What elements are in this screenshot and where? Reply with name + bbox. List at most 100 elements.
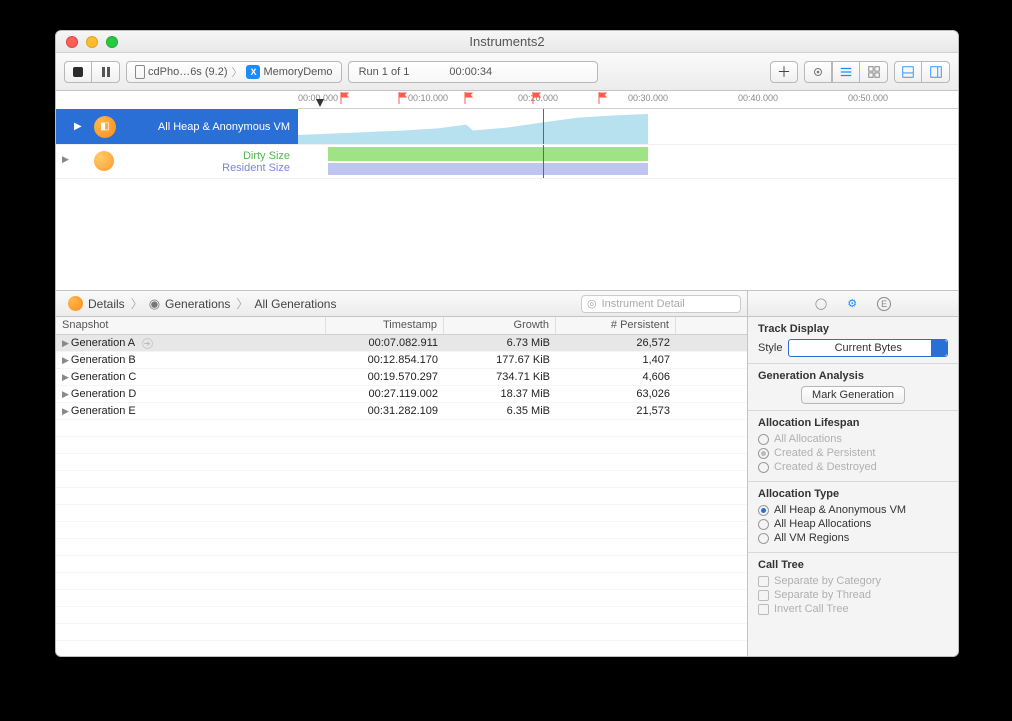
instruments-window: Instruments2 cdPho…6s (9.2) 〉 XMemoryDem…: [55, 30, 959, 657]
track-allocations-body[interactable]: [298, 109, 958, 144]
flag-icon[interactable]: [598, 92, 608, 104]
scope-icon: ◎: [587, 297, 597, 310]
pause-button[interactable]: [92, 61, 120, 83]
disclosure-triangle-icon[interactable]: ▶: [62, 338, 69, 348]
strategy-button[interactable]: [804, 61, 832, 83]
playhead[interactable]: [543, 109, 544, 144]
disclosure-triangle-icon[interactable]: ▶: [62, 406, 69, 416]
checkbox-icon: [758, 590, 769, 601]
call-tree-title: Call Tree: [758, 559, 948, 571]
checkbox-icon: [758, 604, 769, 615]
col-persistent[interactable]: # Persistent: [556, 317, 676, 334]
alloc-type-option[interactable]: All Heap & Anonymous VM: [758, 504, 948, 516]
generations-table[interactable]: ▶Generation A ➜00:07.082.9116.73 MiB26,5…: [56, 335, 747, 656]
flag-icon[interactable]: [340, 92, 350, 104]
titlebar: Instruments2: [56, 31, 958, 53]
track-allocations-header[interactable]: ▶ ◧ All Heap & Anonymous VM: [56, 109, 298, 144]
crumb-scope[interactable]: All Generations: [248, 297, 342, 311]
col-snapshot[interactable]: Snapshot: [56, 317, 326, 334]
detail-filter-input[interactable]: ◎ Instrument Detail: [581, 295, 741, 313]
col-growth[interactable]: Growth: [444, 317, 556, 334]
radio-icon: [758, 448, 769, 459]
table-row[interactable]: ▶Generation A ➜00:07.082.9116.73 MiB26,5…: [56, 335, 747, 352]
mark-generation-button[interactable]: Mark Generation: [801, 386, 905, 404]
calltree-option: Separate by Thread: [758, 589, 948, 601]
disclosure-triangle-icon[interactable]: ▶: [62, 389, 69, 399]
elapsed-time: 00:00:34: [449, 66, 492, 78]
device-icon: [135, 65, 145, 79]
dirty-size-label: Dirty Size: [243, 150, 290, 162]
resident-size-label: Resident Size: [222, 162, 290, 174]
disclosure-triangle-icon[interactable]: ▶: [62, 372, 69, 382]
detail-breadcrumb: Details 〉 ◉Generations 〉 All Generations…: [56, 291, 747, 317]
target-device-label: cdPho…6s (9.2): [148, 66, 227, 78]
track-memory-body[interactable]: [298, 145, 958, 178]
extended-detail-tab-icon[interactable]: E: [877, 297, 891, 311]
list-icon: [839, 65, 853, 79]
window-title: Instruments2: [56, 34, 958, 49]
alloc-type-option[interactable]: All Heap Allocations: [758, 518, 948, 530]
track-allocations-label: All Heap & Anonymous VM: [158, 121, 290, 133]
view-grid-button[interactable]: [860, 61, 888, 83]
disclosure-triangle-icon[interactable]: ▶: [62, 154, 69, 165]
time-ruler[interactable]: 00:00.00000:10.00000:20.00000:30.00000:4…: [298, 91, 958, 109]
disclosure-triangle-icon[interactable]: ▶: [74, 121, 82, 132]
target-process-label: MemoryDemo: [263, 66, 332, 78]
timeline[interactable]: 00:00.00000:10.00000:20.00000:30.00000:4…: [56, 91, 958, 291]
add-instrument-button[interactable]: ＋: [770, 61, 798, 83]
crumb-details[interactable]: Details: [62, 296, 131, 311]
disclosure-triangle-icon[interactable]: ▶: [62, 355, 69, 365]
run-info[interactable]: Run 1 of 1 00:00:34: [348, 61, 598, 83]
radio-icon: [758, 462, 769, 473]
radio-icon: [758, 533, 769, 544]
record-stop-button[interactable]: [64, 61, 92, 83]
checkbox-icon: [758, 576, 769, 587]
table-header[interactable]: Snapshot Timestamp Growth # Persistent: [56, 317, 747, 335]
app-icon: X: [246, 65, 260, 79]
col-timestamp[interactable]: Timestamp: [326, 317, 444, 334]
calltree-option: Separate by Category: [758, 575, 948, 587]
style-label: Style: [758, 342, 782, 354]
inspector-pane-toggle[interactable]: [922, 61, 950, 83]
ruler-tick: 00:10.000: [408, 93, 448, 103]
track-memory-header[interactable]: ▶ Dirty Size Resident Size: [56, 145, 298, 178]
lifespan-option: All Allocations: [758, 433, 948, 445]
radio-icon: [758, 434, 769, 445]
ruler-tick: 00:40.000: [738, 93, 778, 103]
allocation-lifespan-section: Allocation Lifespan All AllocationsCreat…: [748, 411, 958, 482]
info-icon[interactable]: ➜: [142, 338, 153, 349]
allocations-instrument-icon: ◧: [94, 116, 116, 138]
crumb-view[interactable]: ◉Generations: [143, 296, 237, 312]
table-row[interactable]: ▶Generation B00:12.854.170177.67 KiB1,40…: [56, 352, 747, 369]
panel-bottom-icon: [901, 65, 915, 79]
flag-icon[interactable]: [464, 92, 474, 104]
flag-icon[interactable]: [532, 92, 542, 104]
detail-pane: Details 〉 ◉Generations 〉 All Generations…: [56, 291, 748, 656]
allocation-lifespan-title: Allocation Lifespan: [758, 417, 948, 429]
allocation-type-section: Allocation Type All Heap & Anonymous VMA…: [748, 482, 958, 553]
calltree-option: Invert Call Tree: [758, 603, 948, 615]
run-label: Run 1 of 1: [359, 66, 410, 78]
flag-icon[interactable]: [398, 92, 408, 104]
ruler-tick: 00:30.000: [628, 93, 668, 103]
playhead[interactable]: [543, 145, 544, 178]
track-display-title: Track Display: [758, 323, 948, 335]
display-settings-tab-icon[interactable]: ⚙: [847, 297, 857, 310]
run-info-tab-icon[interactable]: ◯: [815, 297, 827, 310]
alloc-type-option[interactable]: All VM Regions: [758, 532, 948, 544]
target-chooser[interactable]: cdPho…6s (9.2) 〉 XMemoryDemo: [126, 61, 342, 83]
radio-icon: [758, 519, 769, 530]
toolbar: cdPho…6s (9.2) 〉 XMemoryDemo Run 1 of 1 …: [56, 53, 958, 91]
table-row[interactable]: ▶Generation E00:31.282.1096.35 MiB21,573: [56, 403, 747, 420]
generation-analysis-section: Generation Analysis Mark Generation: [748, 364, 958, 411]
detail-pane-toggle[interactable]: [894, 61, 922, 83]
inspector-tabs: ◯ ⚙ E: [748, 291, 958, 317]
table-row[interactable]: ▶Generation D00:27.119.00218.37 MiB63,02…: [56, 386, 747, 403]
playhead-marker-icon[interactable]: [316, 99, 324, 109]
ruler-tick: 01:00.000: [958, 93, 959, 103]
radio-icon: [758, 505, 769, 516]
style-select[interactable]: Current Bytes: [788, 339, 948, 357]
view-list-button[interactable]: [832, 61, 860, 83]
vm-instrument-icon: [94, 151, 114, 171]
table-row[interactable]: ▶Generation C00:19.570.297734.71 KiB4,60…: [56, 369, 747, 386]
